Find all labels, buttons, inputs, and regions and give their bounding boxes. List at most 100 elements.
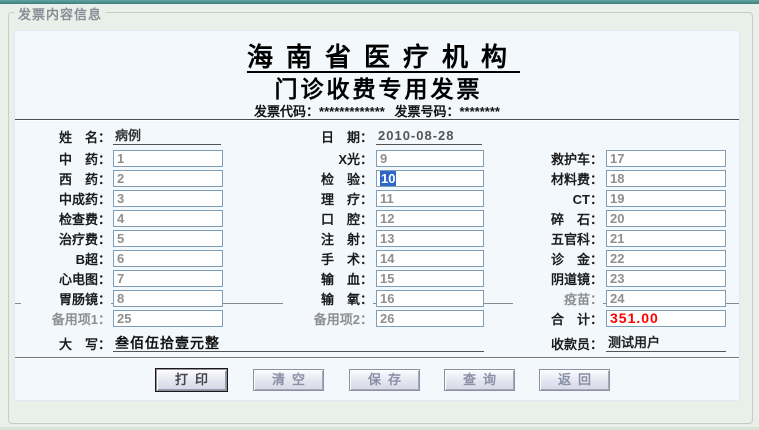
field-value-material-fee: 18: [610, 171, 624, 186]
field-value-oxygen: 16: [380, 291, 394, 306]
field-input-total[interactable]: 351.00: [606, 310, 726, 327]
field-value-consultation-fee: 22: [610, 251, 624, 266]
field-input-ambulance[interactable]: 17: [606, 150, 726, 167]
invoice-code-value: *************: [319, 104, 385, 119]
field-label-dental: 口 腔：: [283, 211, 373, 228]
field-label-colposcopy: 阴道镜：: [513, 271, 603, 288]
field-input-b-ultrasound[interactable]: 6: [113, 250, 223, 267]
field-input-chinese-patent-medicine[interactable]: 3: [113, 190, 223, 207]
field-input-ecg[interactable]: 7: [113, 270, 223, 287]
field-label-gastroscopy: 胃肠镜：: [21, 291, 111, 308]
field-value-spare-item-2: 26: [380, 311, 394, 326]
field-value-injection: 13: [380, 231, 394, 246]
field-input-ent[interactable]: 21: [606, 230, 726, 247]
field-input-treatment-fee[interactable]: 5: [113, 230, 223, 247]
query-button[interactable]: 查询: [444, 369, 515, 391]
field-label-chinese-patent-medicine: 中成药：: [21, 191, 111, 208]
field-value-gastroscopy: 8: [117, 291, 124, 306]
field-input-blood-transfusion[interactable]: 15: [376, 270, 484, 287]
field-label-ambulance: 救护车：: [513, 151, 603, 168]
invoice-subtitle: 门诊收费专用发票: [15, 70, 739, 104]
header-separator: [15, 119, 739, 120]
date-value[interactable]: 2010-08-28: [376, 128, 482, 145]
field-value-ecg: 7: [117, 271, 124, 286]
invoice-number-value: ********: [459, 104, 499, 119]
field-label-ecg: 心电图：: [21, 271, 111, 288]
field-label-b-ultrasound: B超：: [21, 251, 111, 268]
field-label-vaccine: 疫苗：: [513, 291, 603, 308]
field-input-physiotherapy[interactable]: 11: [376, 190, 484, 207]
field-value-total: 351.00: [610, 310, 659, 326]
field-input-gastroscopy[interactable]: 8: [113, 290, 223, 307]
field-label-ent: 五官科：: [513, 231, 603, 248]
cashier-value: 测试用户: [606, 335, 726, 352]
clear-button[interactable]: 清空: [253, 369, 324, 391]
field-input-examination-fee[interactable]: 4: [113, 210, 223, 227]
patient-name-value[interactable]: 病例: [113, 128, 221, 145]
field-input-material-fee[interactable]: 18: [606, 170, 726, 187]
date-label: 日 期：: [283, 129, 373, 146]
field-value-blood-transfusion: 15: [380, 271, 394, 286]
field-input-lab-test[interactable]: 10: [376, 170, 484, 187]
window-top-bar: [0, 0, 759, 4]
field-value-ent: 21: [610, 231, 624, 246]
field-input-spare-item-2[interactable]: 26: [376, 310, 484, 327]
field-label-treatment-fee: 治疗费：: [21, 231, 111, 248]
field-input-lithotripsy[interactable]: 20: [606, 210, 726, 227]
field-value-western-medicine: 2: [117, 171, 124, 186]
field-label-lab-test: 检 验：: [283, 171, 373, 188]
field-input-surgery[interactable]: 14: [376, 250, 484, 267]
footer-separator: [15, 357, 739, 358]
field-label-western-medicine: 西 药：: [21, 171, 111, 188]
groupbox-title: 发票内容信息: [14, 4, 106, 23]
field-input-spare-item-1[interactable]: 25: [113, 310, 223, 327]
field-label-examination-fee: 检查费：: [21, 211, 111, 228]
field-label-blood-transfusion: 输 血：: [283, 271, 373, 288]
field-value-chinese-patent-medicine: 3: [117, 191, 124, 206]
field-value-x-ray: 9: [380, 151, 387, 166]
field-label-consultation-fee: 诊 金：: [513, 251, 603, 268]
field-input-x-ray[interactable]: 9: [376, 150, 484, 167]
field-value-physiotherapy: 11: [380, 191, 394, 206]
field-input-injection[interactable]: 13: [376, 230, 484, 247]
patient-name-label: 姓 名：: [21, 129, 111, 146]
field-value-dental: 12: [380, 211, 394, 226]
field-value-lab-test: 10: [380, 171, 396, 186]
field-label-chinese-medicine: 中 药：: [21, 151, 111, 168]
invoice-title: 海南省医疗机构: [15, 37, 739, 74]
field-value-lithotripsy: 20: [610, 211, 624, 226]
field-label-total: 合 计：: [513, 311, 603, 328]
field-value-b-ultrasound: 6: [117, 251, 124, 266]
print-button[interactable]: 打印: [156, 369, 227, 391]
field-input-oxygen[interactable]: 16: [376, 290, 484, 307]
field-label-x-ray: X光：: [283, 151, 373, 168]
field-value-treatment-fee: 5: [117, 231, 124, 246]
cashier-label: 收款员：: [513, 336, 603, 353]
invoice-code-label: 发票代码：: [254, 104, 319, 119]
field-input-ct[interactable]: 19: [606, 190, 726, 207]
field-input-consultation-fee[interactable]: 22: [606, 250, 726, 267]
invoice-code-line: 发票代码：************* 发票号码：********: [15, 101, 739, 120]
field-input-colposcopy[interactable]: 23: [606, 270, 726, 287]
field-label-surgery: 手 术：: [283, 251, 373, 268]
invoice-number-label: 发票号码：: [394, 104, 459, 119]
invoice-panel: 海南省医疗机构 门诊收费专用发票 发票代码：************* 发票号码…: [14, 30, 740, 401]
field-label-ct: CT：: [513, 191, 603, 208]
field-input-dental[interactable]: 12: [376, 210, 484, 227]
back-button[interactable]: 返回: [539, 369, 610, 391]
field-value-chinese-medicine: 1: [117, 151, 124, 166]
field-value-spare-item-1: 25: [117, 311, 131, 326]
field-label-material-fee: 材料费：: [513, 171, 603, 188]
field-value-ct: 19: [610, 191, 624, 206]
amount-words-value: 叁佰伍拾壹元整: [113, 335, 484, 352]
save-button[interactable]: 保存: [349, 369, 420, 391]
field-input-vaccine[interactable]: 24: [606, 290, 726, 307]
field-label-injection: 注 射：: [283, 231, 373, 248]
field-label-lithotripsy: 碎 石：: [513, 211, 603, 228]
field-value-colposcopy: 23: [610, 271, 624, 286]
field-value-surgery: 14: [380, 251, 394, 266]
field-input-chinese-medicine[interactable]: 1: [113, 150, 223, 167]
field-label-spare-item-2: 备用项2：: [283, 311, 373, 328]
field-value-ambulance: 17: [610, 151, 624, 166]
field-input-western-medicine[interactable]: 2: [113, 170, 223, 187]
